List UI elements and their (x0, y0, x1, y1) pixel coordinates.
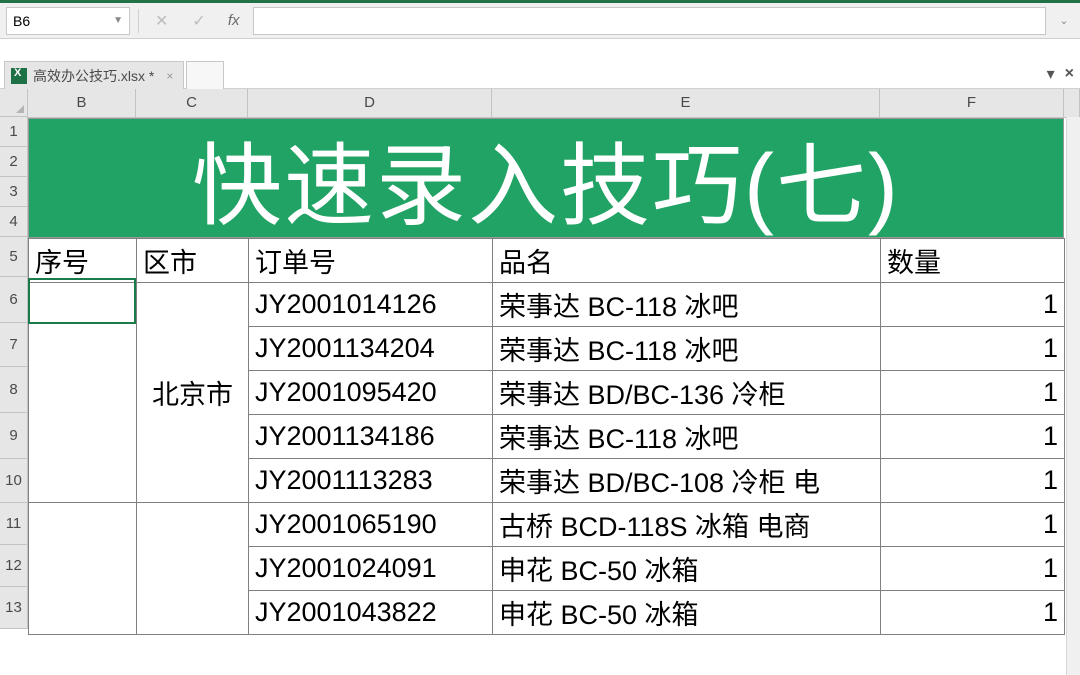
select-all-corner[interactable] (0, 89, 28, 117)
row-header-5[interactable]: 5 (0, 237, 28, 277)
cell-city[interactable]: 北京市 (137, 283, 249, 503)
col-header-qty[interactable]: 数量 (881, 239, 1065, 283)
row-header-7[interactable]: 7 (0, 323, 28, 367)
row-header-10[interactable]: 10 (0, 459, 28, 503)
cell-seq[interactable] (29, 283, 137, 503)
chevron-down-icon[interactable]: ▼ (113, 15, 123, 26)
row-header-13[interactable]: 13 (0, 587, 28, 629)
col-header-order[interactable]: 订单号 (249, 239, 493, 283)
row-header-12[interactable]: 12 (0, 545, 28, 587)
row-headers: 12345678910111213 (0, 117, 28, 629)
cancel-formula-button[interactable]: ✕ (147, 11, 176, 31)
table-row[interactable]: JY2001065190古桥 BCD-118S 冰箱 电商1 (29, 503, 1065, 547)
close-pane-icon[interactable]: × (1065, 65, 1074, 83)
column-header-F[interactable]: F (880, 89, 1064, 118)
workbook-tab-active[interactable]: 高效办公技巧.xlsx * × (4, 61, 184, 89)
cell-city[interactable] (137, 503, 249, 635)
cell-order[interactable]: JY2001065190 (249, 503, 493, 547)
row-header-2[interactable]: 2 (0, 147, 28, 177)
column-header-D[interactable]: D (248, 89, 492, 118)
cell-product[interactable]: 古桥 BCD-118S 冰箱 电商 (493, 503, 881, 547)
column-header-stub (1064, 89, 1080, 118)
cell-qty[interactable]: 1 (881, 327, 1065, 371)
col-header-city[interactable]: 区市 (137, 239, 249, 283)
cell-product[interactable]: 荣事达 BC-118 冰吧 (493, 283, 881, 327)
tab-menu-dropdown-icon[interactable]: ▾ (1047, 64, 1055, 84)
name-box-value: B6 (13, 13, 30, 29)
cell-product[interactable]: 荣事达 BC-118 冰吧 (493, 415, 881, 459)
table-header-row[interactable]: 序号 区市 订单号 品名 数量 (29, 239, 1065, 283)
cell-order[interactable]: JY2001113283 (249, 459, 493, 503)
new-tab-button[interactable] (186, 61, 224, 89)
confirm-formula-button[interactable]: ✓ (184, 11, 213, 31)
data-table[interactable]: 序号 区市 订单号 品名 数量 北京市JY2001014126荣事达 BC-11… (28, 238, 1065, 635)
row-header-4[interactable]: 4 (0, 207, 28, 237)
title-banner: 快速录入技巧(七) (28, 118, 1064, 238)
cell-order[interactable]: JY2001095420 (249, 371, 493, 415)
row-header-9[interactable]: 9 (0, 413, 28, 459)
cell-qty[interactable]: 1 (881, 283, 1065, 327)
cell-order[interactable]: JY2001134204 (249, 327, 493, 371)
col-header-seq[interactable]: 序号 (29, 239, 137, 283)
cell-order[interactable]: JY2001014126 (249, 283, 493, 327)
excel-file-icon (11, 68, 27, 84)
column-header-C[interactable]: C (136, 89, 248, 118)
cell-product[interactable]: 荣事达 BD/BC-136 冷柜 (493, 371, 881, 415)
column-header-E[interactable]: E (492, 89, 880, 118)
table-row[interactable]: 北京市JY2001014126荣事达 BC-118 冰吧1 (29, 283, 1065, 327)
name-box[interactable]: B6 ▼ (6, 7, 130, 35)
cell-qty[interactable]: 1 (881, 371, 1065, 415)
workbook-tab-label: 高效办公技巧.xlsx * (33, 66, 154, 86)
vertical-scrollbar[interactable] (1066, 117, 1080, 675)
cell-qty[interactable]: 1 (881, 591, 1065, 635)
col-header-product[interactable]: 品名 (493, 239, 881, 283)
cell-qty[interactable]: 1 (881, 459, 1065, 503)
close-icon[interactable]: × (166, 69, 173, 83)
cell-order[interactable]: JY2001134186 (249, 415, 493, 459)
cell-product[interactable]: 申花 BC-50 冰箱 (493, 547, 881, 591)
title-text: 快速录入技巧(七) (192, 118, 900, 238)
cell-product[interactable]: 申花 BC-50 冰箱 (493, 591, 881, 635)
expand-formula-bar-icon[interactable]: ⌄ (1054, 14, 1074, 27)
cell-seq[interactable] (29, 503, 137, 635)
cell-product[interactable]: 荣事达 BD/BC-108 冷柜 电 (493, 459, 881, 503)
separator (138, 9, 139, 33)
spreadsheet: 12345678910111213 BCDEF 快速录入技巧(七) 序号 区市 … (0, 89, 1080, 675)
formula-input[interactable] (253, 7, 1046, 35)
row-header-1[interactable]: 1 (0, 117, 28, 147)
row-header-6[interactable]: 6 (0, 277, 28, 323)
cell-qty[interactable]: 1 (881, 547, 1065, 591)
cell-qty[interactable]: 1 (881, 503, 1065, 547)
row-header-3[interactable]: 3 (0, 177, 28, 207)
fx-icon[interactable]: fx (222, 12, 246, 29)
formula-bar: B6 ▼ ✕ ✓ fx ⌄ (0, 3, 1080, 39)
workbook-tabs: 高效办公技巧.xlsx * × ▾ × (0, 39, 1080, 89)
column-header-B[interactable]: B (28, 89, 136, 118)
column-headers: BCDEF (28, 89, 1080, 118)
cell-qty[interactable]: 1 (881, 415, 1065, 459)
cell-order[interactable]: JY2001024091 (249, 547, 493, 591)
cell-order[interactable]: JY2001043822 (249, 591, 493, 635)
cell-product[interactable]: 荣事达 BC-118 冰吧 (493, 327, 881, 371)
row-header-8[interactable]: 8 (0, 367, 28, 413)
row-header-11[interactable]: 11 (0, 503, 28, 545)
